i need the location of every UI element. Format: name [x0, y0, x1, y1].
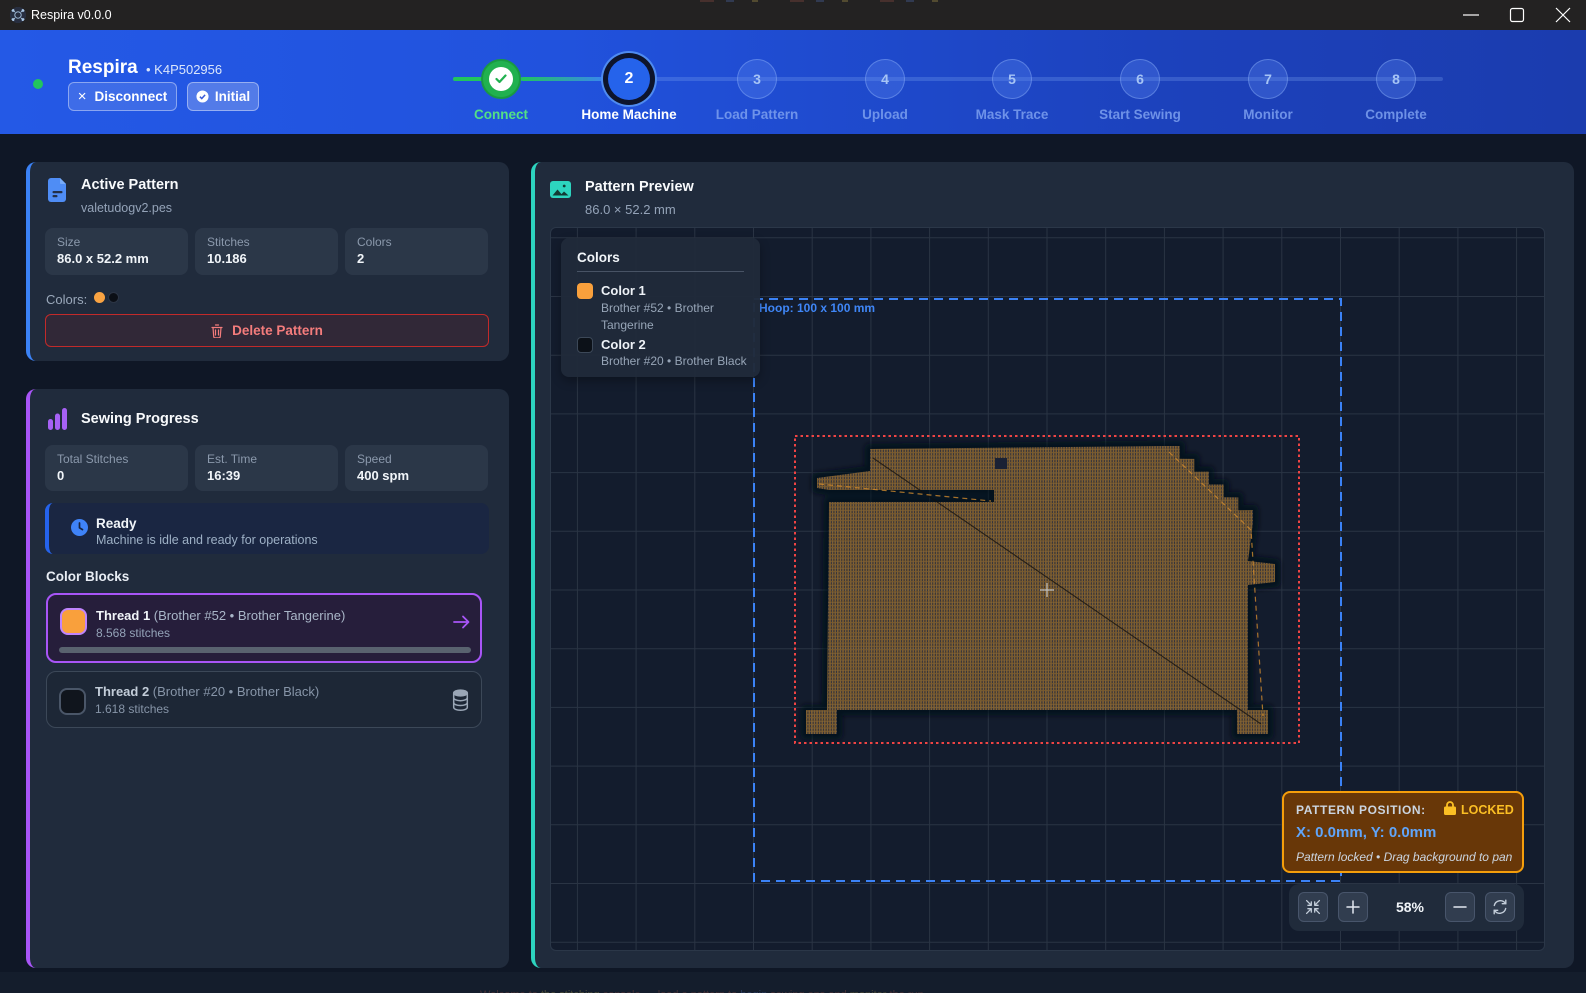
svg-text:Hoop: 100 x 100 mm: Hoop: 100 x 100 mm [759, 301, 875, 315]
